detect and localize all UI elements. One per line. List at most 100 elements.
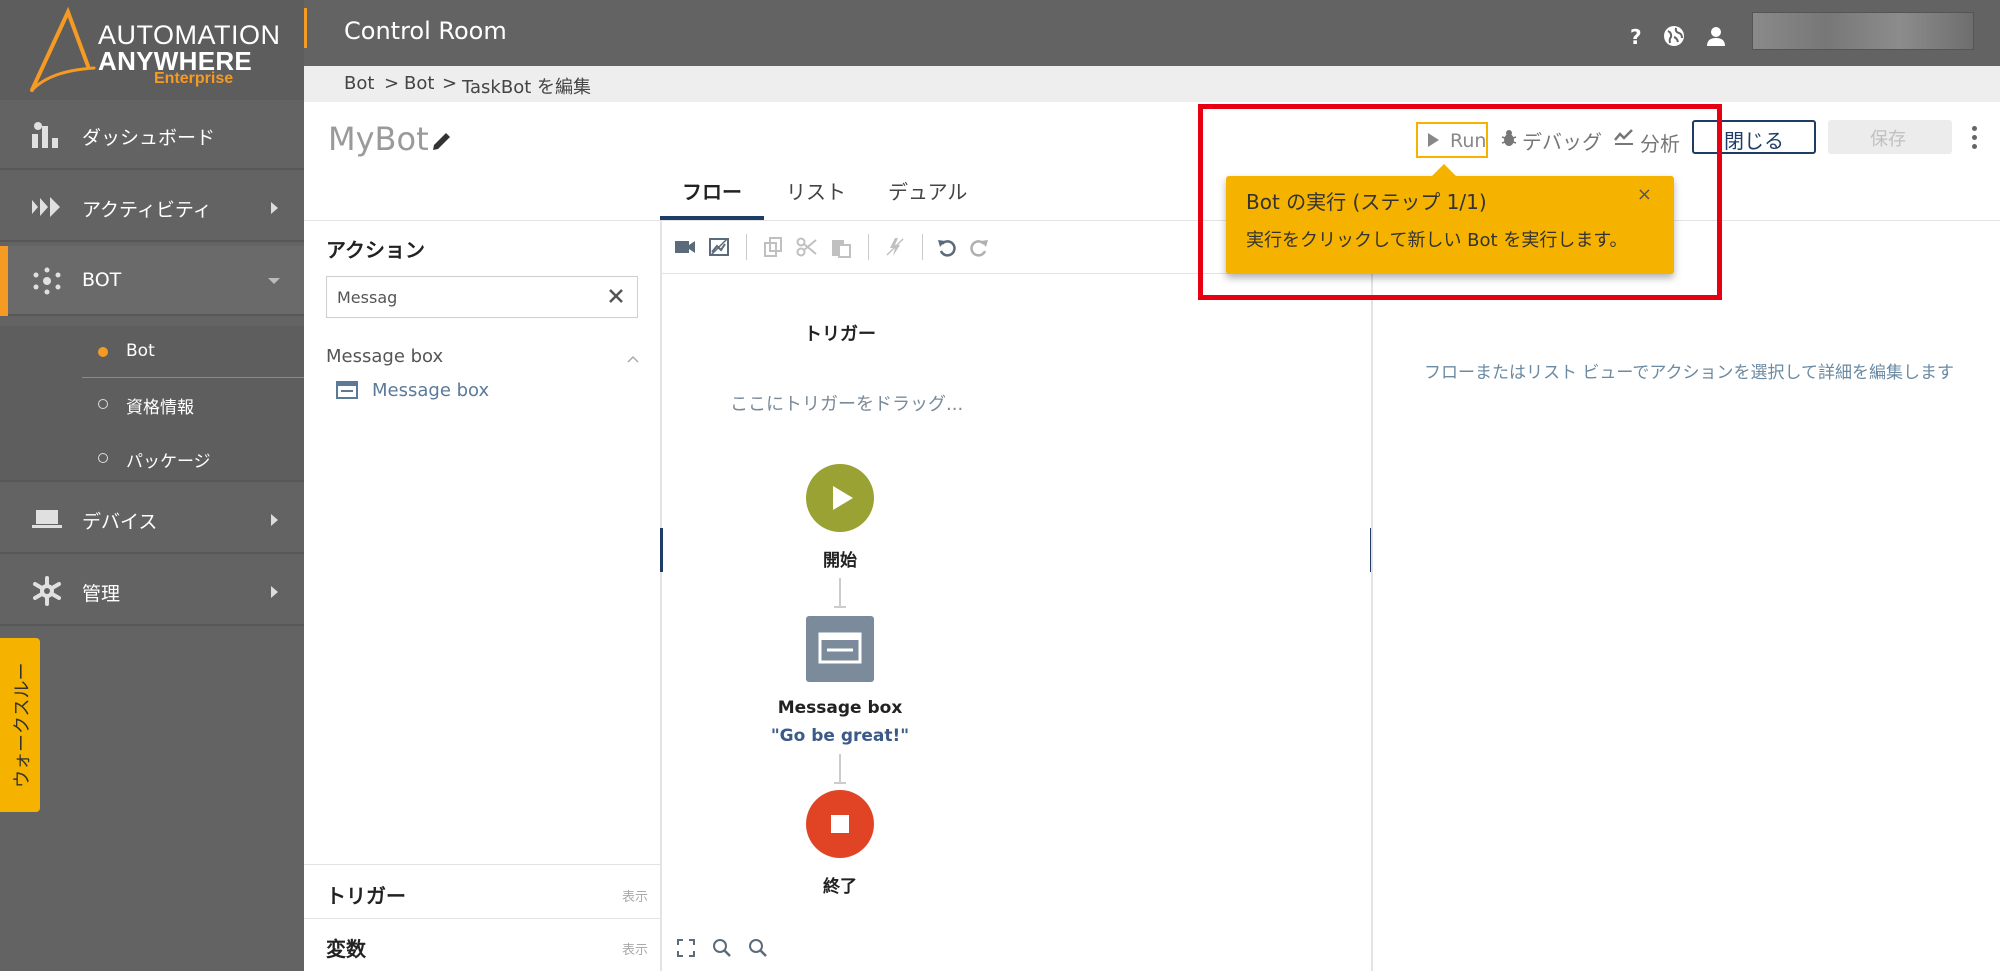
sidebar-item-label: デバイス	[82, 511, 158, 533]
sidebar-item-activity[interactable]: アクティビティ	[0, 172, 304, 242]
sidebar-item-dashboard[interactable]: ダッシュボード	[0, 100, 304, 170]
highlight-annotation-box	[1198, 104, 1722, 300]
sidebar-item-label: BOT	[82, 269, 122, 291]
dashboard-icon	[32, 122, 58, 148]
header-accent	[304, 8, 307, 48]
end-node-icon[interactable]	[806, 790, 874, 858]
subnav-item-credentials[interactable]: 資格情報	[82, 378, 304, 430]
variables-toggle[interactable]: 表示	[622, 939, 648, 958]
start-node-label: 開始	[823, 551, 857, 571]
subnav-item-packages[interactable]: パッケージ	[82, 432, 304, 484]
undo-icon[interactable]	[936, 236, 958, 258]
variables-label: 変数	[326, 937, 366, 961]
sidebar-item-label: 管理	[82, 583, 121, 605]
sidebar-item-devices[interactable]: デバイス	[0, 484, 304, 554]
tab-dual[interactable]: デュアル	[888, 176, 967, 205]
activity-icon	[32, 197, 60, 217]
devices-icon	[32, 510, 62, 528]
trigger-section-title: トリガー	[804, 324, 876, 345]
zoom-out-icon[interactable]	[748, 938, 768, 958]
automation-anywhere-logo-icon	[30, 6, 96, 92]
subnav-item-bot[interactable]: Bot	[82, 326, 304, 378]
action-search-box[interactable]	[326, 276, 638, 318]
top-header: Control Room ?	[304, 0, 2000, 66]
sidebar-item-admin[interactable]: 管理	[0, 556, 304, 626]
app-title: Control Room	[344, 17, 507, 45]
trigger-drop-zone[interactable]: ここにトリガーをドラッグ...	[730, 390, 963, 416]
subnav-item-label: Bot	[126, 341, 155, 361]
tab-flow[interactable]: フロー	[682, 176, 742, 205]
save-label: 保存	[1870, 129, 1906, 150]
cut-icon[interactable]	[796, 236, 818, 258]
close-label: 閉じる	[1724, 129, 1784, 153]
details-panel-hint: フローまたはリスト ビューでアクションを選択して詳細を編集します	[1424, 363, 1955, 383]
left-resize-handle[interactable]	[660, 528, 663, 572]
action-group-header[interactable]: Message box	[326, 346, 443, 367]
svg-text:?: ?	[1630, 25, 1642, 48]
action-search-input[interactable]	[337, 285, 597, 309]
toolbar-separator	[922, 234, 923, 260]
sidebar: AUTOMATION ANYWHERE Enterprise ダッシュボード ア…	[0, 0, 304, 971]
message-box-node-label: Message box	[777, 698, 903, 718]
chevron-right-icon	[271, 202, 278, 214]
chevron-up-icon[interactable]	[626, 354, 640, 364]
message-box-node-icon[interactable]	[806, 616, 874, 682]
breadcrumb: Bot > Bot > TaskBot を編集	[304, 66, 2000, 102]
toolbar-separator	[746, 234, 747, 260]
selected-bullet-icon	[98, 347, 108, 357]
flow-connector	[834, 754, 846, 784]
fit-to-screen-icon[interactable]	[676, 938, 696, 958]
user-icon[interactable]	[1704, 24, 1728, 48]
triggers-section[interactable]: トリガー 表示	[304, 866, 660, 918]
bullet-icon	[98, 399, 108, 409]
tab-list[interactable]: リスト	[786, 176, 846, 205]
breadcrumb-link-bot-2[interactable]: Bot	[404, 73, 434, 94]
action-item-message-box[interactable]: Message box	[336, 378, 496, 404]
walkthrough-label: ウォークスルー	[12, 662, 33, 788]
breadcrumb-current: TaskBot を編集	[462, 77, 591, 98]
globe-icon[interactable]	[1662, 24, 1686, 48]
variables-section[interactable]: 変数 表示	[304, 919, 660, 971]
zoom-in-icon[interactable]	[712, 938, 732, 958]
sidebar-item-bot[interactable]: BOT	[0, 246, 304, 316]
divider	[304, 864, 660, 865]
bot-icon	[33, 267, 61, 295]
save-button[interactable]: 保存	[1828, 120, 1952, 154]
record-icon[interactable]	[674, 236, 696, 258]
flow-connector	[834, 578, 846, 608]
disable-icon[interactable]	[884, 236, 906, 258]
walkthrough-tab[interactable]: ウォークスルー	[0, 638, 40, 812]
bot-name: MyBot	[328, 120, 429, 158]
sidebar-item-label: アクティビティ	[82, 199, 212, 221]
pencil-icon[interactable]	[430, 129, 454, 153]
user-account-box[interactable]	[1752, 12, 1974, 50]
message-box-icon	[336, 381, 358, 399]
triggers-toggle[interactable]: 表示	[622, 886, 648, 905]
action-item-label: Message box	[372, 380, 490, 401]
divider	[660, 220, 662, 971]
redo-icon[interactable]	[968, 236, 990, 258]
copy-icon[interactable]	[762, 236, 784, 258]
chevron-right-icon	[271, 586, 278, 598]
paste-icon[interactable]	[830, 236, 852, 258]
subnav-item-label: 資格情報	[126, 398, 194, 418]
help-icon[interactable]: ?	[1624, 24, 1648, 48]
end-node-label: 終了	[823, 877, 857, 897]
breadcrumb-link-bot[interactable]: Bot	[344, 73, 374, 94]
image-icon[interactable]	[708, 236, 730, 258]
clear-search-icon[interactable]	[607, 287, 625, 305]
start-node-icon[interactable]	[806, 464, 874, 532]
triggers-label: トリガー	[326, 884, 406, 908]
sidebar-item-label: ダッシュボード	[82, 127, 216, 149]
breadcrumb-separator: >	[442, 73, 458, 94]
logo-line-3: Enterprise	[154, 70, 234, 87]
logo[interactable]: AUTOMATION ANYWHERE Enterprise	[0, 0, 304, 100]
more-options-icon[interactable]	[1970, 126, 1978, 152]
gear-icon	[33, 576, 61, 606]
toolbar-separator	[868, 234, 869, 260]
breadcrumb-separator: >	[384, 73, 400, 94]
divider	[1371, 220, 1373, 971]
chevron-right-icon	[271, 514, 278, 526]
actions-panel-title: アクション	[326, 238, 425, 262]
message-box-node-value: "Go be great!"	[770, 726, 910, 746]
